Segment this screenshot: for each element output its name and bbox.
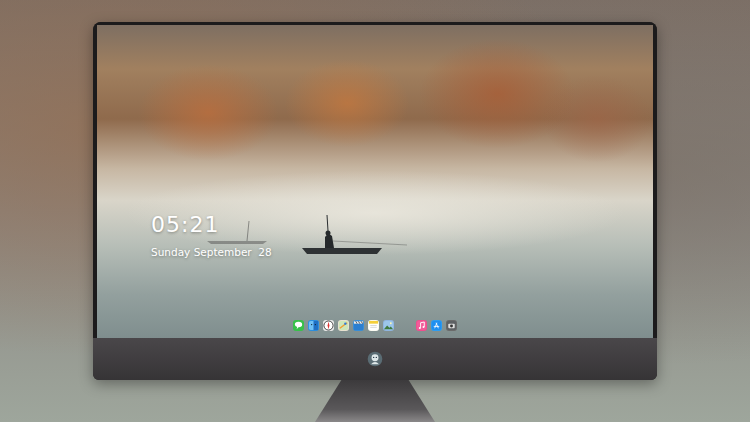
dock <box>289 318 461 333</box>
appstore-icon <box>431 320 442 331</box>
safari-icon <box>323 320 334 331</box>
dock-item[interactable] <box>431 320 442 331</box>
dock-item[interactable] <box>293 320 304 331</box>
desktop-screen: 05:21 Sunday September 28 <box>97 25 653 338</box>
maps-icon <box>338 320 349 331</box>
clock-date: Sunday September 28 <box>151 245 272 259</box>
monitor-chin <box>93 338 657 380</box>
clock-time: 05:21 <box>151 212 272 238</box>
clapper-icon <box>353 320 364 331</box>
dock-item[interactable] <box>416 320 427 331</box>
dock-item[interactable] <box>383 320 394 331</box>
dock-item[interactable] <box>308 320 319 331</box>
monitor-stand <box>315 380 435 422</box>
dock-item[interactable] <box>353 320 364 331</box>
finder-icon <box>308 320 319 331</box>
lock-screen-clock: 05:21 Sunday September 28 <box>151 212 272 259</box>
camera-icon <box>446 320 457 331</box>
dock-item[interactable] <box>368 320 379 331</box>
notes-icon <box>368 320 379 331</box>
bezel: 05:21 Sunday September 28 <box>93 22 657 338</box>
logo-icon <box>367 351 383 367</box>
photos-icon <box>383 320 394 331</box>
music-icon <box>416 320 427 331</box>
messages-icon <box>293 320 304 331</box>
monitor: 05:21 Sunday September 28 <box>93 22 657 380</box>
dock-item[interactable] <box>446 320 457 331</box>
dock-item[interactable] <box>323 320 334 331</box>
dock-item[interactable] <box>338 320 349 331</box>
